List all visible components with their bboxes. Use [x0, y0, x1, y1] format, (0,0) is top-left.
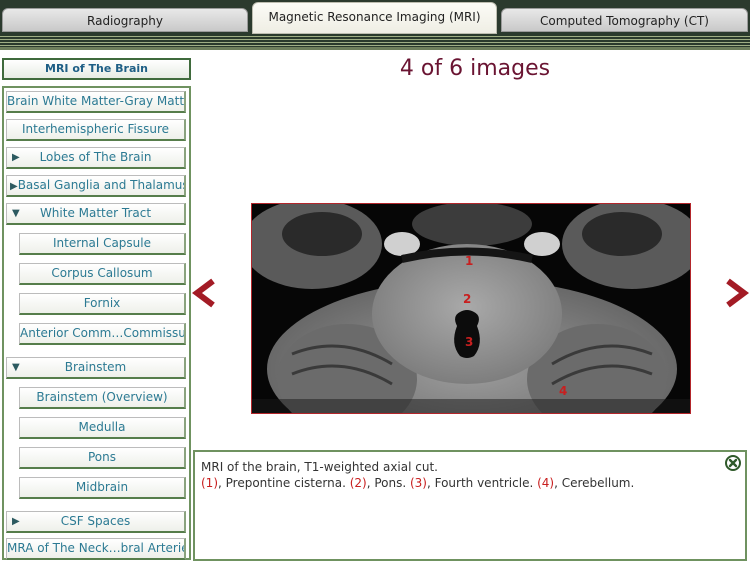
sidebar-item-pons[interactable]: Pons: [19, 447, 186, 469]
sidebar-item-fornix[interactable]: Fornix: [19, 293, 186, 315]
sidebar-item-csf-spaces[interactable]: ▶ CSF Spaces: [6, 511, 186, 533]
sidebar-item-label: CSF Spaces: [60, 514, 131, 528]
image-counter: 4 of 6 images: [399, 56, 551, 81]
sidebar-item-label: Medulla: [78, 420, 126, 434]
expand-triangle-icon: ▶: [12, 152, 20, 163]
sidebar-item-label: Brainstem: [64, 360, 127, 374]
sidebar-item-basal-ganglia[interactable]: ▶Basal Ganglia and Thalamus: [6, 175, 186, 197]
sidebar-item-label: Fornix: [83, 296, 121, 310]
sidebar-item-brainstem-overview[interactable]: Brainstem (Overview): [19, 387, 186, 409]
sidebar-item-label: White Matter Tract: [39, 206, 152, 220]
legend-number: (4): [537, 476, 555, 490]
mri-image-viewer[interactable]: 1 2 3 4: [251, 203, 691, 414]
sidebar-item-anterior-commissure[interactable]: Anterior Comm…Commissure: [19, 323, 186, 345]
sidebar-item-white-gray-matter[interactable]: Brain White Matter-Gray Matter: [6, 91, 186, 113]
legend-text: , Pons.: [366, 476, 410, 490]
sidebar-item-label: Lobes of The Brain: [39, 150, 152, 164]
marker-1: 1: [465, 254, 474, 268]
sidebar-title: MRI of The Brain: [2, 58, 191, 80]
caption-title: MRI of the brain, T1-weighted axial cut.: [201, 460, 438, 474]
sidebar-item-label: Interhemispheric Fissure: [21, 122, 170, 136]
sidebar-item-interhemispheric-fissure[interactable]: Interhemispheric Fissure: [6, 119, 186, 141]
sidebar-item-label: Basal Ganglia and Thalamus: [17, 178, 186, 192]
sidebar-item-midbrain[interactable]: Midbrain: [19, 477, 186, 499]
legend-text: , Prepontine cisterna.: [218, 476, 350, 490]
sidebar-item-label: Anterior Comm…Commissure: [20, 326, 186, 340]
close-circle-icon[interactable]: [725, 455, 741, 471]
legend-number: (1): [201, 476, 218, 490]
sidebar-item-brainstem[interactable]: ▼ Brainstem: [6, 357, 186, 379]
marker-4: 4: [559, 384, 568, 398]
tab-radiography[interactable]: Radiography: [2, 8, 248, 32]
marker-2: 2: [463, 292, 472, 306]
chevron-left-icon[interactable]: [191, 278, 219, 308]
collapse-triangle-icon: ▼: [12, 208, 20, 219]
chevron-right-icon[interactable]: [722, 278, 750, 308]
mri-axial-image: [252, 204, 690, 413]
sidebar-item-medulla[interactable]: Medulla: [19, 417, 186, 439]
sidebar-item-corpus-callosum[interactable]: Corpus Callosum: [19, 263, 186, 285]
marker-3: 3: [465, 335, 474, 349]
legend-text: , Fourth ventricle.: [426, 476, 538, 490]
legend-text: , Cerebellum.: [554, 476, 635, 490]
sidebar-item-label: Internal Capsule: [53, 236, 151, 250]
sidebar-item-label: Pons: [87, 450, 116, 464]
collapse-triangle-icon: ▼: [12, 362, 20, 373]
expand-triangle-icon: ▶: [10, 181, 18, 192]
sidebar-item-label: Brainstem (Overview): [36, 390, 168, 404]
caption-panel: MRI of the brain, T1-weighted axial cut.…: [193, 450, 747, 561]
tab-ct[interactable]: Computed Tomography (CT): [501, 8, 748, 32]
sidebar-item-lobes[interactable]: ▶ Lobes of The Brain: [6, 147, 186, 169]
sidebar-item-label: Brain White Matter-Gray Matter: [7, 94, 186, 108]
sidebar-item-label: MRA of The Neck…bral Arteries): [7, 541, 186, 555]
sidebar-item-label: Corpus Callosum: [51, 266, 153, 280]
expand-triangle-icon: ▶: [12, 516, 20, 527]
sidebar-item-white-matter-tract[interactable]: ▼ White Matter Tract: [6, 203, 186, 225]
legend-number: (2): [349, 476, 367, 490]
tab-mri[interactable]: Magnetic Resonance Imaging (MRI): [252, 2, 497, 34]
sidebar-item-internal-capsule[interactable]: Internal Capsule: [19, 233, 186, 255]
sidebar-item-label: Midbrain: [75, 480, 129, 494]
caption-legend: (1), Prepontine cisterna. (2), Pons. (3)…: [201, 476, 634, 490]
sidebar-item-mra-neck[interactable]: MRA of The Neck…bral Arteries): [6, 538, 186, 560]
legend-number: (3): [409, 476, 427, 490]
header-stripe-bottom: [0, 47, 750, 50]
